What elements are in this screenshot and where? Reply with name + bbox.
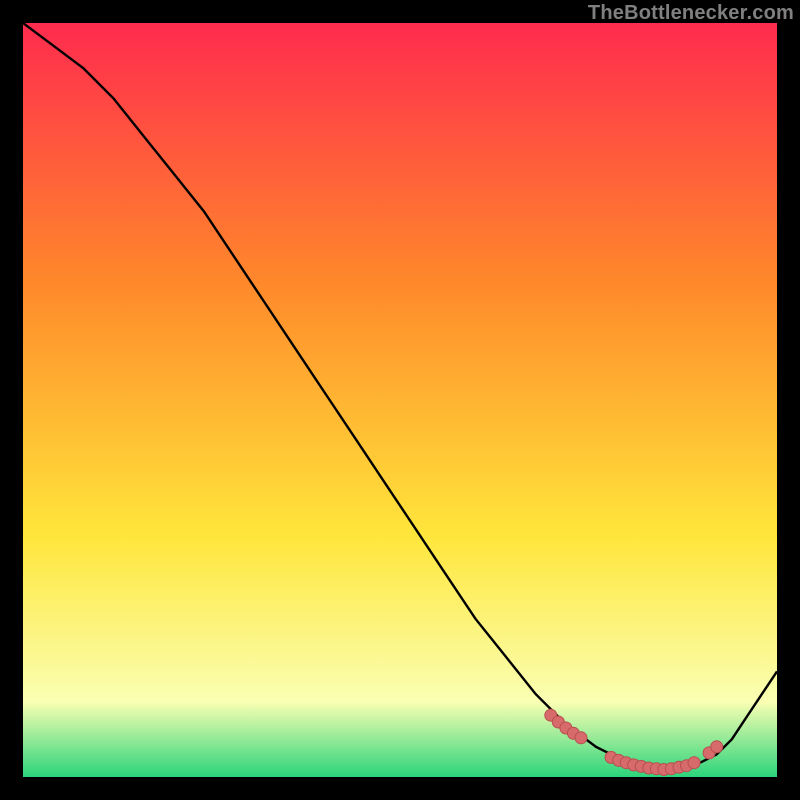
highlight-dot xyxy=(688,757,700,769)
watermark-text: TheBottlenecker.com xyxy=(588,2,794,25)
highlight-dot xyxy=(711,741,723,753)
chart-stage: TheBottlenecker.com xyxy=(0,0,800,800)
plot-svg xyxy=(23,23,777,777)
heat-background xyxy=(23,23,777,777)
highlight-dot xyxy=(575,732,587,744)
